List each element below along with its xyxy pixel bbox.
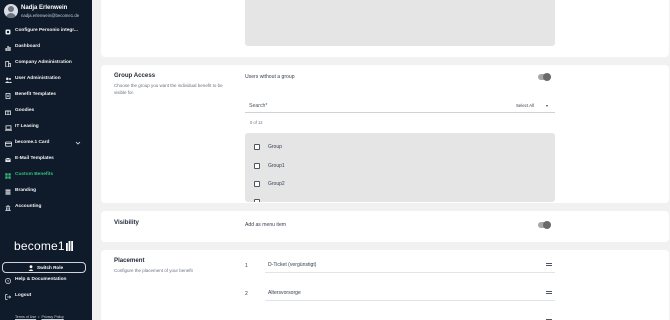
- placement-number: 1: [245, 263, 248, 269]
- stack-icon: [5, 189, 11, 195]
- placement-item-partial[interactable]: [265, 315, 555, 320]
- placement-title: Placement: [114, 257, 145, 264]
- checkbox[interactable]: [254, 163, 260, 169]
- laptop-icon: [5, 125, 12, 131]
- privacy-link[interactable]: Privacy Policy: [41, 315, 63, 319]
- bank-icon: [5, 205, 11, 211]
- building-icon: [5, 61, 11, 67]
- sidebar-item-label: become.1 Card: [15, 140, 50, 145]
- logout-button[interactable]: Logout: [0, 292, 92, 304]
- sidebar-item-it-leasing[interactable]: IT Leasing: [0, 123, 92, 135]
- placement-item[interactable]: D-Ticket (vergünstigt): [265, 259, 555, 273]
- logout-label: Logout: [15, 293, 32, 298]
- help-label: Help & Documentation: [15, 277, 67, 282]
- user-name: Nadja Erlenwein: [21, 5, 68, 11]
- bar-chart-icon: [5, 45, 11, 51]
- visibility-card: Visibility Add as menu item: [101, 211, 669, 242]
- sidebar-item-dashboard[interactable]: Dashboard: [0, 43, 92, 55]
- sidebar-item-benefit-templates[interactable]: Benefit Templates: [0, 91, 92, 103]
- sidebar-item-company-administration[interactable]: Company Administration: [0, 59, 92, 71]
- group-list: Group Group1 Group2: [245, 133, 555, 202]
- group-search: Select All: [245, 99, 555, 113]
- plug-icon: [5, 29, 11, 35]
- users-icon: [5, 77, 12, 83]
- group-option-label: Group2: [268, 181, 285, 187]
- checkbox[interactable]: [254, 144, 260, 150]
- users-without-group-label: Users without a group: [245, 74, 295, 80]
- grid-icon: [5, 173, 11, 179]
- brand-logo: become1: [14, 239, 73, 253]
- group-option[interactable]: Group1: [254, 162, 374, 172]
- group-option-label: Group: [268, 144, 282, 150]
- group-option-label: Group1: [268, 163, 285, 169]
- user-icon: [28, 265, 34, 272]
- sidebar-item-custom-benefits[interactable]: Custom Benefits: [0, 171, 92, 183]
- sidebar-item-label: Benefit Templates: [15, 92, 56, 97]
- sidebar-item-accounting[interactable]: Accounting: [0, 203, 92, 215]
- file-icon: [5, 93, 11, 99]
- sidebar-item-configure-personio[interactable]: Configure Personio integr...: [0, 27, 92, 39]
- user-email: nadja.erlenwein@become1.de: [21, 13, 80, 18]
- sidebar-item-label: Dashboard: [15, 44, 41, 49]
- placement-item-label: D-Ticket (vergünstigt): [268, 262, 317, 268]
- avatar: [4, 4, 18, 18]
- users-without-group-toggle[interactable]: [538, 73, 551, 81]
- checkbox[interactable]: [254, 199, 260, 202]
- credit-card-icon: [5, 141, 12, 147]
- sidebar-item-goodies[interactable]: Goodies: [0, 107, 92, 119]
- sidebar-item-become1-card[interactable]: become.1 Card: [0, 139, 92, 151]
- placement-item-label: Altersvorsorge: [268, 290, 301, 296]
- placement-description: Configure the placement of your benefit: [114, 268, 193, 273]
- mail-icon: [5, 157, 11, 163]
- terms-link[interactable]: Terms of Use: [15, 315, 36, 319]
- sidebar-item-label: IT Leasing: [15, 124, 39, 129]
- sidebar-item-label: E-Mail Templates: [15, 156, 54, 161]
- sidebar-item-label: Branding: [15, 188, 37, 193]
- description-card: [101, 0, 669, 57]
- chevron-down-icon[interactable]: [75, 140, 81, 146]
- help-documentation-link[interactable]: ? Help & Documentation: [0, 276, 92, 288]
- user-profile[interactable]: Nadja Erlenwein nadja.erlenwein@become1.…: [4, 4, 90, 22]
- placement-card: Placement Configure the placement of you…: [101, 250, 669, 320]
- sidebar-item-label: Accounting: [15, 204, 42, 209]
- placement-number: 2: [245, 291, 248, 297]
- help-icon: ?: [5, 278, 11, 284]
- footer-links: Terms of Use • Privacy Policy: [15, 315, 64, 319]
- sidebar-item-branding[interactable]: Branding: [0, 187, 92, 199]
- caret-down-icon[interactable]: [546, 104, 548, 107]
- sidebar-item-user-administration[interactable]: User Administration: [0, 75, 92, 87]
- visibility-title: Visibility: [114, 219, 139, 226]
- drag-handle-icon[interactable]: [546, 291, 552, 295]
- add-menu-item-toggle[interactable]: [538, 221, 551, 229]
- selection-count: 0 of 12: [250, 120, 263, 125]
- logout-icon: [5, 294, 11, 300]
- add-menu-item-label: Add as menu item: [245, 222, 287, 228]
- group-access-card: Group Access Choose the group you want t…: [101, 65, 669, 203]
- group-option[interactable]: Group: [254, 143, 374, 153]
- group-access-description: Choose the group you want the individual…: [114, 83, 223, 95]
- group-search-input[interactable]: [249, 102, 499, 110]
- drag-handle-icon[interactable]: [546, 263, 552, 267]
- sidebar-item-label: Company Administration: [15, 60, 72, 65]
- group-option-partial[interactable]: [254, 198, 374, 202]
- switch-role-label: Switch Role: [37, 265, 64, 271]
- group-access-title: Group Access: [114, 72, 156, 79]
- sidebar-item-label: Custom Benefits: [15, 172, 54, 177]
- checkbox[interactable]: [254, 181, 260, 187]
- placement-item[interactable]: Altersvorsorge: [265, 287, 555, 301]
- select-all-dropdown[interactable]: Select All: [516, 103, 534, 108]
- switch-role-button[interactable]: Switch Role: [2, 262, 86, 273]
- gift-icon: [5, 109, 11, 115]
- group-option[interactable]: Group2: [254, 180, 374, 190]
- sidebar: Nadja Erlenwein nadja.erlenwein@become1.…: [0, 0, 92, 320]
- sidebar-item-email-templates[interactable]: E-Mail Templates: [0, 155, 92, 167]
- sidebar-item-label: Configure Personio integr...: [15, 28, 78, 33]
- description-preview[interactable]: [245, 0, 555, 46]
- main-content: Group Access Choose the group you want t…: [92, 0, 670, 320]
- sidebar-item-label: User Administration: [15, 76, 61, 81]
- sidebar-item-label: Goodies: [15, 108, 35, 113]
